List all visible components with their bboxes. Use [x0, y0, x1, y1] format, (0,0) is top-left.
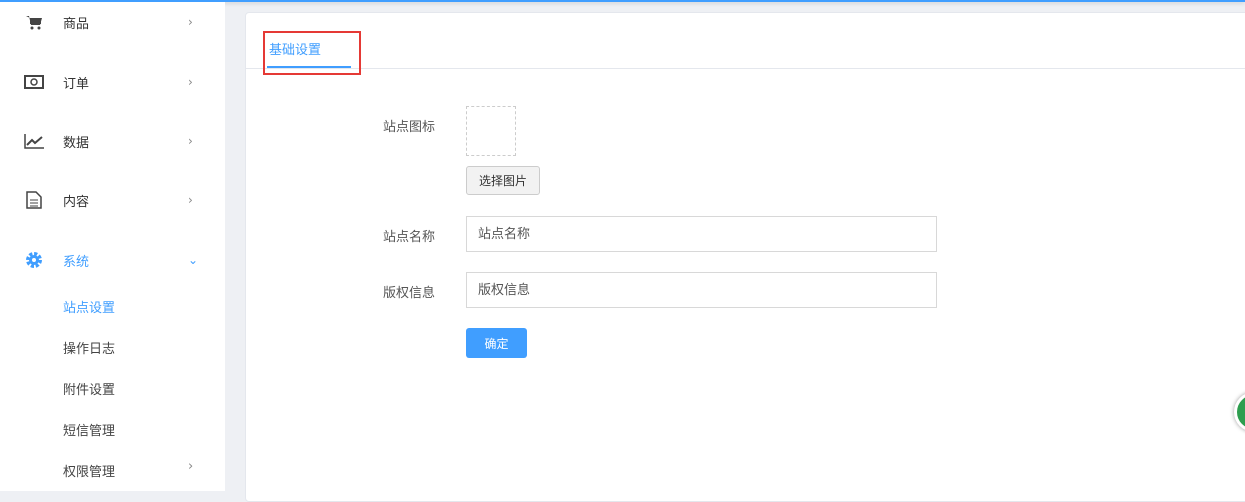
sidebar-item-label: 系统	[63, 254, 90, 270]
gear-icon	[24, 251, 44, 269]
site-name-input[interactable]	[466, 216, 937, 252]
chevron-down-icon: ⌄	[188, 253, 199, 267]
choose-image-button[interactable]: 选择图片	[466, 166, 540, 195]
sidebar-item-data[interactable]: 数据 ›	[0, 121, 225, 161]
chevron-right-icon: ›	[188, 15, 193, 29]
sidebar-item-label: 订单	[63, 76, 90, 92]
tab-bar: 基础设置	[246, 13, 1245, 69]
cart-icon	[24, 13, 44, 31]
submit-button[interactable]: 确定	[466, 328, 527, 358]
site-name-label: 站点名称	[383, 230, 436, 245]
main-panel: 基础设置	[245, 12, 1245, 502]
sidebar-subitem-permissions[interactable]: 权限管理	[63, 461, 115, 480]
sidebar-item-label: 内容	[63, 194, 90, 210]
sidebar-subitem-logs[interactable]: 操作日志	[63, 338, 115, 357]
chevron-right-icon: ›	[188, 193, 193, 207]
chevron-right-icon: ›	[188, 459, 194, 474]
sidebar-item-content[interactable]: 内容 ›	[0, 180, 225, 220]
sidebar-subitem-attachments[interactable]: 附件设置	[63, 379, 115, 398]
copyright-label: 版权信息	[383, 286, 436, 301]
chevron-right-icon: ›	[188, 75, 193, 89]
sidebar-subitem-site-settings[interactable]: 站点设置	[63, 297, 115, 316]
sidebar-item-label: 商品	[63, 16, 90, 32]
document-icon	[24, 191, 44, 209]
sidebar-subitem-sms[interactable]: 短信管理	[63, 420, 115, 439]
site-icon-label: 站点图标	[383, 120, 436, 135]
chevron-right-icon: ›	[188, 134, 193, 148]
money-icon	[24, 73, 44, 91]
sidebar-item-orders[interactable]: 订单 ›	[0, 62, 225, 102]
highlight-box	[263, 31, 361, 75]
chart-line-icon	[24, 132, 44, 150]
sidebar-item-system[interactable]: 系统 ⌄	[0, 240, 225, 280]
sidebar-item-goods[interactable]: 商品 ›	[0, 2, 225, 42]
site-icon-preview[interactable]	[466, 106, 516, 156]
sidebar: 商品 › 订单 › 数据 › 内容 › 系统 ⌄ 站点设置 操作日志 附件设置 …	[0, 2, 225, 491]
copyright-input[interactable]	[466, 272, 937, 308]
sidebar-item-label: 数据	[63, 135, 90, 151]
